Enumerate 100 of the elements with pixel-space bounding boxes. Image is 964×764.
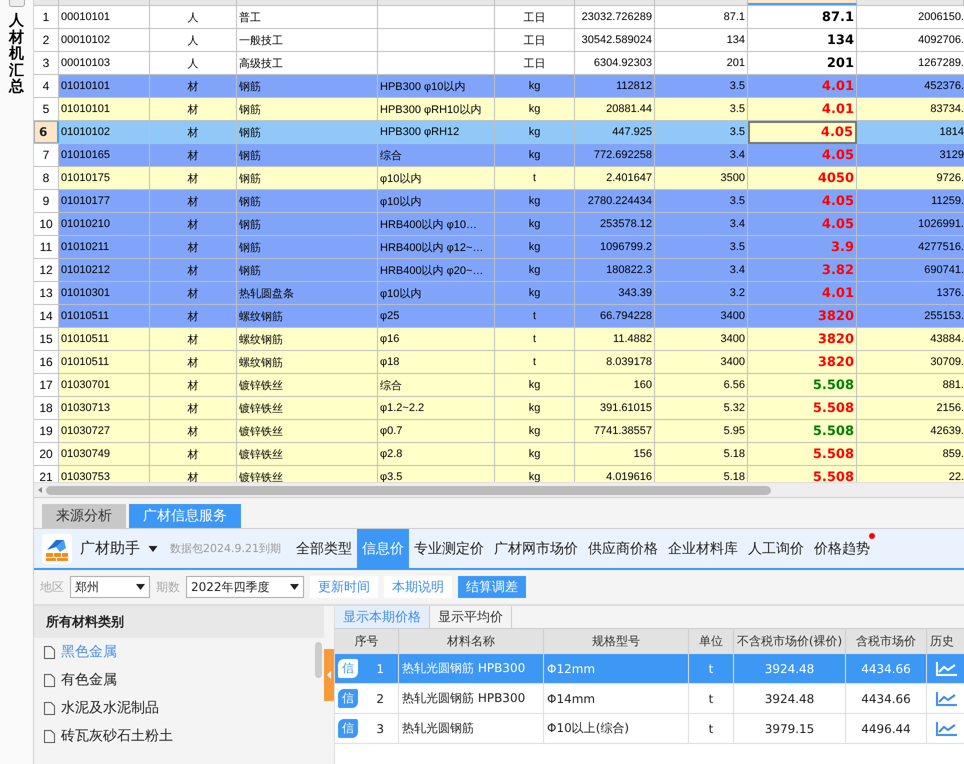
- nav-tab[interactable]: 全部类型: [290, 529, 357, 568]
- region-label: 地区: [40, 578, 64, 596]
- collapse-handle[interactable]: [324, 649, 334, 701]
- row-number: 4: [34, 75, 59, 98]
- market-price-cell: 4.05: [822, 194, 854, 208]
- table-row[interactable]: 16 01010511 材 螺纹钢筋 φ18 t 8.039178 3400 3820 30709.: [34, 351, 964, 374]
- market-price-cell: 5.508: [812, 446, 854, 462]
- caret-icon[interactable]: [148, 546, 158, 552]
- market-price-cell: 3.82: [822, 262, 854, 278]
- row-number: 16: [34, 351, 59, 374]
- document-icon: [44, 646, 55, 658]
- nav-tab[interactable]: 企业材料库: [662, 529, 743, 568]
- price-cell: 4434.66: [846, 654, 927, 683]
- table-row[interactable]: 14 01010511 材 螺纹钢筋 φ25 t 66.794228 3400 3820 255153.: [34, 305, 964, 328]
- market-price-cell: 4.01: [822, 102, 854, 116]
- row-number: 9: [34, 190, 59, 213]
- nav-tab[interactable]: 价格趋势: [808, 529, 875, 568]
- table-row[interactable]: 15 01010511 材 螺纹钢筋 φ16 t 11.4882 3400 3820 43884.: [34, 328, 964, 351]
- row-number: 14: [34, 305, 59, 328]
- market-price-cell: 3820: [818, 308, 854, 324]
- table-row[interactable]: 3 00010103 人 高级技工 工日 6304.92303 201 201 1267289.: [34, 52, 964, 75]
- table-row[interactable]: 7 01010165 材 钢筋 综合 kg 772.692258 3.4 4.05 3129: [34, 144, 964, 167]
- category-item[interactable]: 有色金属: [34, 666, 324, 694]
- market-price-cell: 3820: [818, 354, 854, 370]
- row-number: 8: [34, 167, 59, 190]
- category-item[interactable]: 砖瓦灰砂石土粉土: [34, 722, 324, 750]
- price-cell: 3979.15: [734, 714, 846, 743]
- row-number: 11: [34, 236, 59, 259]
- row-number: 13: [34, 282, 59, 305]
- spec-cell: Φ14mm: [544, 684, 689, 713]
- table-row[interactable]: 9 01010177 材 钢筋 φ10以内 kg 2780.224434 3.5 4.05 11259.: [34, 190, 964, 213]
- unit-cell: t: [689, 714, 734, 743]
- table-row[interactable]: 6 01010102 材 钢筋 HPB300 φRH12 kg 447.925 3.5 4.05 1814: [34, 121, 964, 144]
- document-icon: [44, 730, 55, 742]
- line-chart-icon[interactable]: [936, 722, 958, 736]
- table-row[interactable]: 5 01010101 材 钢筋 HPB300 φRH10以内 kg 20881.44 3.5 4.01 83734.: [34, 98, 964, 121]
- table-row[interactable]: 21 01030753 材 镀锌铁丝 φ3.5 kg 4.019616 5.18 5.508 22.: [34, 466, 964, 482]
- column-header: 历史: [929, 633, 955, 650]
- row-number: 1: [376, 662, 384, 676]
- market-price-cell: 3820: [818, 332, 854, 346]
- market-price-cell: 5.508: [812, 424, 854, 438]
- table-row[interactable]: 17 01030701 材 镀锌铁丝 综合 kg 160 6.56 5.508 881.: [34, 374, 964, 397]
- period-dropdown[interactable]: 2022年四季度: [186, 576, 304, 598]
- row-number: 12: [34, 259, 59, 282]
- unit-cell: t: [689, 684, 734, 713]
- table-row[interactable]: 13 01010301 材 热轧圆盘条 φ10以内 kg 343.39 3.2 4.01 1376.: [34, 282, 964, 305]
- unit-cell: t: [689, 654, 734, 683]
- nav-tab[interactable]: 供应商价格: [582, 529, 663, 568]
- table-row[interactable]: 19 01030727 材 镀锌铁丝 φ0.7 kg 7741.38557 5.95 5.508 42639.: [34, 420, 964, 443]
- table-row[interactable]: 11 01010211 材 钢筋 HRB400以内 φ12~… kg 1096799.2 3.5 3.9 4277516.: [34, 236, 964, 259]
- row-number: 2: [376, 692, 384, 706]
- row-number: 15: [34, 328, 59, 351]
- table-row[interactable]: 1 00010101 人 普工 工日 23032.726289 87.1 87.1 2006150.: [34, 6, 964, 29]
- table-row[interactable]: 4 01010101 材 钢筋 HPB300 φ10以内 kg 112812 3.5 4.01 452376.: [34, 75, 964, 98]
- category-header: 所有材料类别: [34, 606, 324, 638]
- market-price-cell: 87.1: [822, 10, 854, 24]
- table-row[interactable]: 2 00010102 人 一般技工 工日 30542.589024 134 134 4092706.: [34, 29, 964, 52]
- nav-tab[interactable]: 人工询价: [742, 529, 809, 568]
- market-price-cell: 4.01: [822, 78, 854, 94]
- table-row[interactable]: 12 01010212 材 钢筋 HRB400以内 φ20~… kg 180822.3 3.4 3.82 690741.: [34, 259, 964, 282]
- row-number: 20: [34, 443, 59, 466]
- row-number: 18: [34, 397, 59, 420]
- price-row[interactable]: 信 3 热轧光圆钢筋 Φ10以上(综合) t 3979.15 4496.44: [335, 714, 964, 744]
- collapse-button[interactable]: [8, 0, 24, 7]
- market-price-cell: 4.01: [822, 286, 854, 300]
- table-row[interactable]: 20 01030749 材 镀锌铁丝 φ2.8 kg 156 5.18 5.508 859.: [34, 443, 964, 466]
- scrollbar-thumb[interactable]: [315, 642, 322, 678]
- side-tab[interactable]: 人材机汇总: [9, 13, 24, 96]
- row-number: 19: [34, 420, 59, 443]
- assistant-title[interactable]: 广材助手: [80, 539, 140, 558]
- market-price-cell: 201: [826, 56, 854, 70]
- market-price-cell: 5.508: [812, 378, 854, 392]
- row-number: 17: [34, 374, 59, 397]
- nav-tab[interactable]: 广材网市场价: [488, 529, 583, 568]
- info-badge: 信: [338, 689, 358, 708]
- table-row[interactable]: 8 01010175 材 钢筋 φ10以内 t 2.401647 3500 4050 9726.: [34, 167, 964, 190]
- scrollbar-thumb[interactable]: [46, 486, 771, 494]
- document-icon: [44, 702, 55, 714]
- table-row[interactable]: 10 01010210 材 钢筋 HRB400以内 φ10… kg 253578.12 3.4 4.05 1026991.: [34, 213, 964, 236]
- row-number: 10: [34, 213, 59, 236]
- price-cell: 3924.48: [734, 684, 846, 713]
- price-cell: 4434.66: [846, 684, 927, 713]
- panel-tab[interactable]: 来源分析: [42, 504, 126, 528]
- line-chart-icon[interactable]: [936, 692, 958, 706]
- spec-cell: Φ10以上(综合): [544, 714, 689, 743]
- material-name: 热轧光圆钢筋 HPB300: [399, 654, 544, 683]
- market-price-cell: 5.508: [812, 470, 854, 482]
- nav-tab[interactable]: 专业测定价: [408, 529, 489, 568]
- market-price-cell: 4050: [818, 170, 854, 186]
- row-number: 3: [376, 722, 384, 736]
- category-item[interactable]: 水泥及水泥制品: [34, 694, 324, 722]
- region-dropdown[interactable]: 郑州: [70, 576, 150, 598]
- row-number: 1: [34, 6, 59, 29]
- price-row[interactable]: 信 2 热轧光圆钢筋 HPB300 Φ14mm t 3924.48 4434.66: [335, 684, 964, 714]
- row-number: 2: [34, 29, 59, 52]
- material-name: 热轧光圆钢筋: [399, 714, 544, 743]
- logo-icon: [42, 534, 72, 564]
- document-icon: [44, 674, 55, 686]
- price-cell: 4496.44: [846, 714, 927, 743]
- table-row[interactable]: 18 01030713 材 镀锌铁丝 φ1.2~2.2 kg 391.61015 5.32 5.508 2156.: [34, 397, 964, 420]
